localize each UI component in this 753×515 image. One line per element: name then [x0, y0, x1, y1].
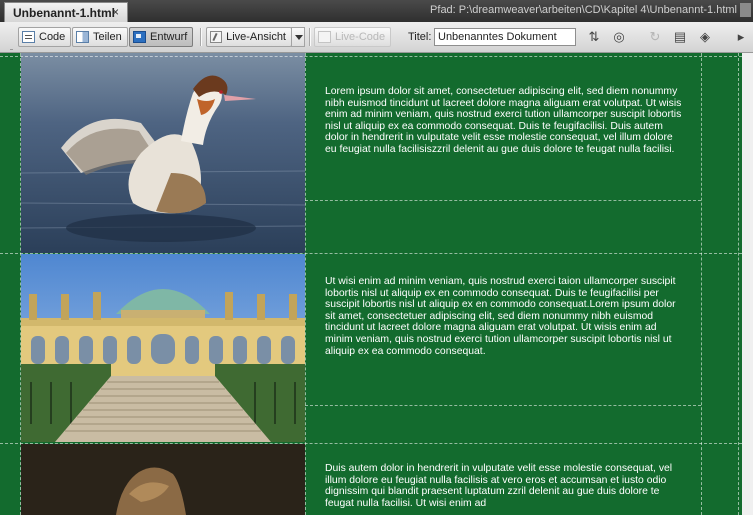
- paragraph-2: Ut wisi enim ad minim veniam, quis nostr…: [325, 276, 676, 357]
- layout-guide: [738, 53, 739, 515]
- title-label: Titel:: [408, 31, 432, 43]
- more-icon[interactable]: ▸: [733, 29, 749, 45]
- design-view-icon: [133, 31, 146, 43]
- split-view-button[interactable]: Teilen: [72, 27, 128, 47]
- toolbar-separator: [200, 28, 202, 46]
- close-tab-icon[interactable]: ×: [112, 5, 119, 19]
- layout-guide: [305, 405, 701, 406]
- layout-guide: [305, 53, 306, 515]
- design-view-button[interactable]: Entwurf: [129, 27, 194, 47]
- document-tab[interactable]: Unbenannt-1.html ×: [4, 2, 128, 22]
- split-view-icon: [76, 31, 89, 43]
- code-view-icon: [22, 31, 35, 43]
- live-view-icon: [210, 31, 223, 43]
- palace-photo: [21, 254, 305, 442]
- layout-guide: [0, 253, 742, 254]
- live-code-button[interactable]: Live-Code: [314, 27, 392, 47]
- paragraph-1: Lorem ipsum dolor sit amet, consectetuer…: [325, 86, 682, 155]
- layout-guide: [0, 56, 742, 57]
- code-view-button[interactable]: Code: [18, 27, 72, 47]
- restore-window-icon[interactable]: [740, 3, 751, 17]
- live-code-label: Live-Code: [335, 31, 386, 43]
- live-code-icon: [318, 31, 331, 43]
- animal-photo: [21, 444, 305, 515]
- layout-guide: [0, 443, 742, 444]
- layout-guide: [20, 53, 21, 515]
- design-canvas[interactable]: Lorem ipsum dolor sit amet, consectetuer…: [0, 53, 753, 515]
- title-input[interactable]: [434, 28, 576, 46]
- design-view-label: Entwurf: [150, 31, 188, 43]
- document-tab-bar: Unbenannt-1.html × Pfad: P:\dreamweaver\…: [0, 0, 753, 22]
- grebe-photo: [21, 53, 305, 253]
- live-view-dropdown[interactable]: [291, 27, 305, 47]
- live-view-label: Live-Ansicht: [226, 31, 286, 43]
- file-path: Pfad: P:\dreamweaver\arbeiten\CD\Kapitel…: [430, 4, 737, 16]
- document-tab-filename: Unbenannt-1.html: [13, 6, 115, 20]
- split-view-label: Teilen: [93, 31, 122, 43]
- panel-edge: [742, 53, 753, 515]
- visual-aids-icon[interactable]: ◈: [697, 29, 713, 45]
- paragraph-3: Duis autem dolor in hendrerit in vulputa…: [325, 463, 673, 509]
- code-view-label: Code: [39, 31, 66, 43]
- layout-guide: [305, 200, 701, 201]
- toolbar-separator: [309, 28, 311, 46]
- refresh-icon[interactable]: ↻: [647, 29, 663, 45]
- preview-browser-icon[interactable]: ◎: [611, 29, 627, 45]
- live-view-button[interactable]: Live-Ansicht: [206, 27, 292, 47]
- document-toolbar: Code Teilen Entwurf Live-Ansicht Live-Co…: [0, 22, 753, 71]
- layout-guide: [701, 53, 702, 515]
- view-options-icon[interactable]: ▤: [672, 29, 688, 45]
- file-management-icon[interactable]: ⇅: [586, 29, 602, 45]
